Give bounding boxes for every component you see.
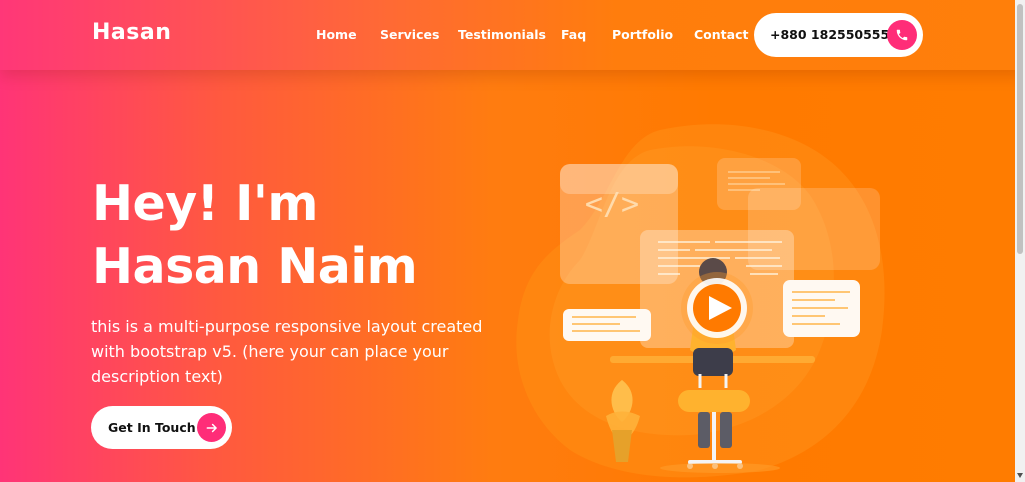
hero-title: Hey! I'm Hasan Naim [92, 172, 418, 298]
scrollbar-thumb[interactable] [1017, 4, 1023, 254]
vertical-scrollbar[interactable] [1015, 0, 1025, 482]
brand-logo[interactable]: Hasan [92, 20, 171, 45]
nav-link-testimonials[interactable]: Testimonials [458, 27, 546, 42]
hero-title-line-1: Hey! I'm [92, 175, 318, 232]
get-in-touch-button[interactable]: Get In Touch [91, 406, 232, 449]
scroll-down-arrow-icon[interactable] [1017, 473, 1023, 478]
nav-link-portfolio[interactable]: Portfolio [612, 27, 673, 42]
cta-label: Get In Touch [108, 420, 196, 435]
phone-icon [887, 20, 917, 50]
hero-title-line-2: Hasan Naim [92, 238, 418, 295]
nav-link-services[interactable]: Services [380, 27, 439, 42]
nav-link-contact[interactable]: Contact [694, 27, 748, 42]
nav-link-faq[interactable]: Faq [561, 27, 586, 42]
play-icon[interactable] [681, 272, 753, 344]
phone-number: +880 1825505556 [770, 27, 898, 42]
hero-illustration: </> [516, 124, 885, 478]
code-symbol: </> [585, 187, 639, 222]
navbar: Hasan Home Services Testimonials Faq Por… [0, 0, 1025, 70]
phone-button[interactable]: +880 1825505556 [754, 13, 923, 57]
nav-link-home[interactable]: Home [316, 27, 357, 42]
hero-description: this is a multi-purpose responsive layou… [91, 317, 483, 386]
arrow-right-icon [197, 413, 226, 442]
